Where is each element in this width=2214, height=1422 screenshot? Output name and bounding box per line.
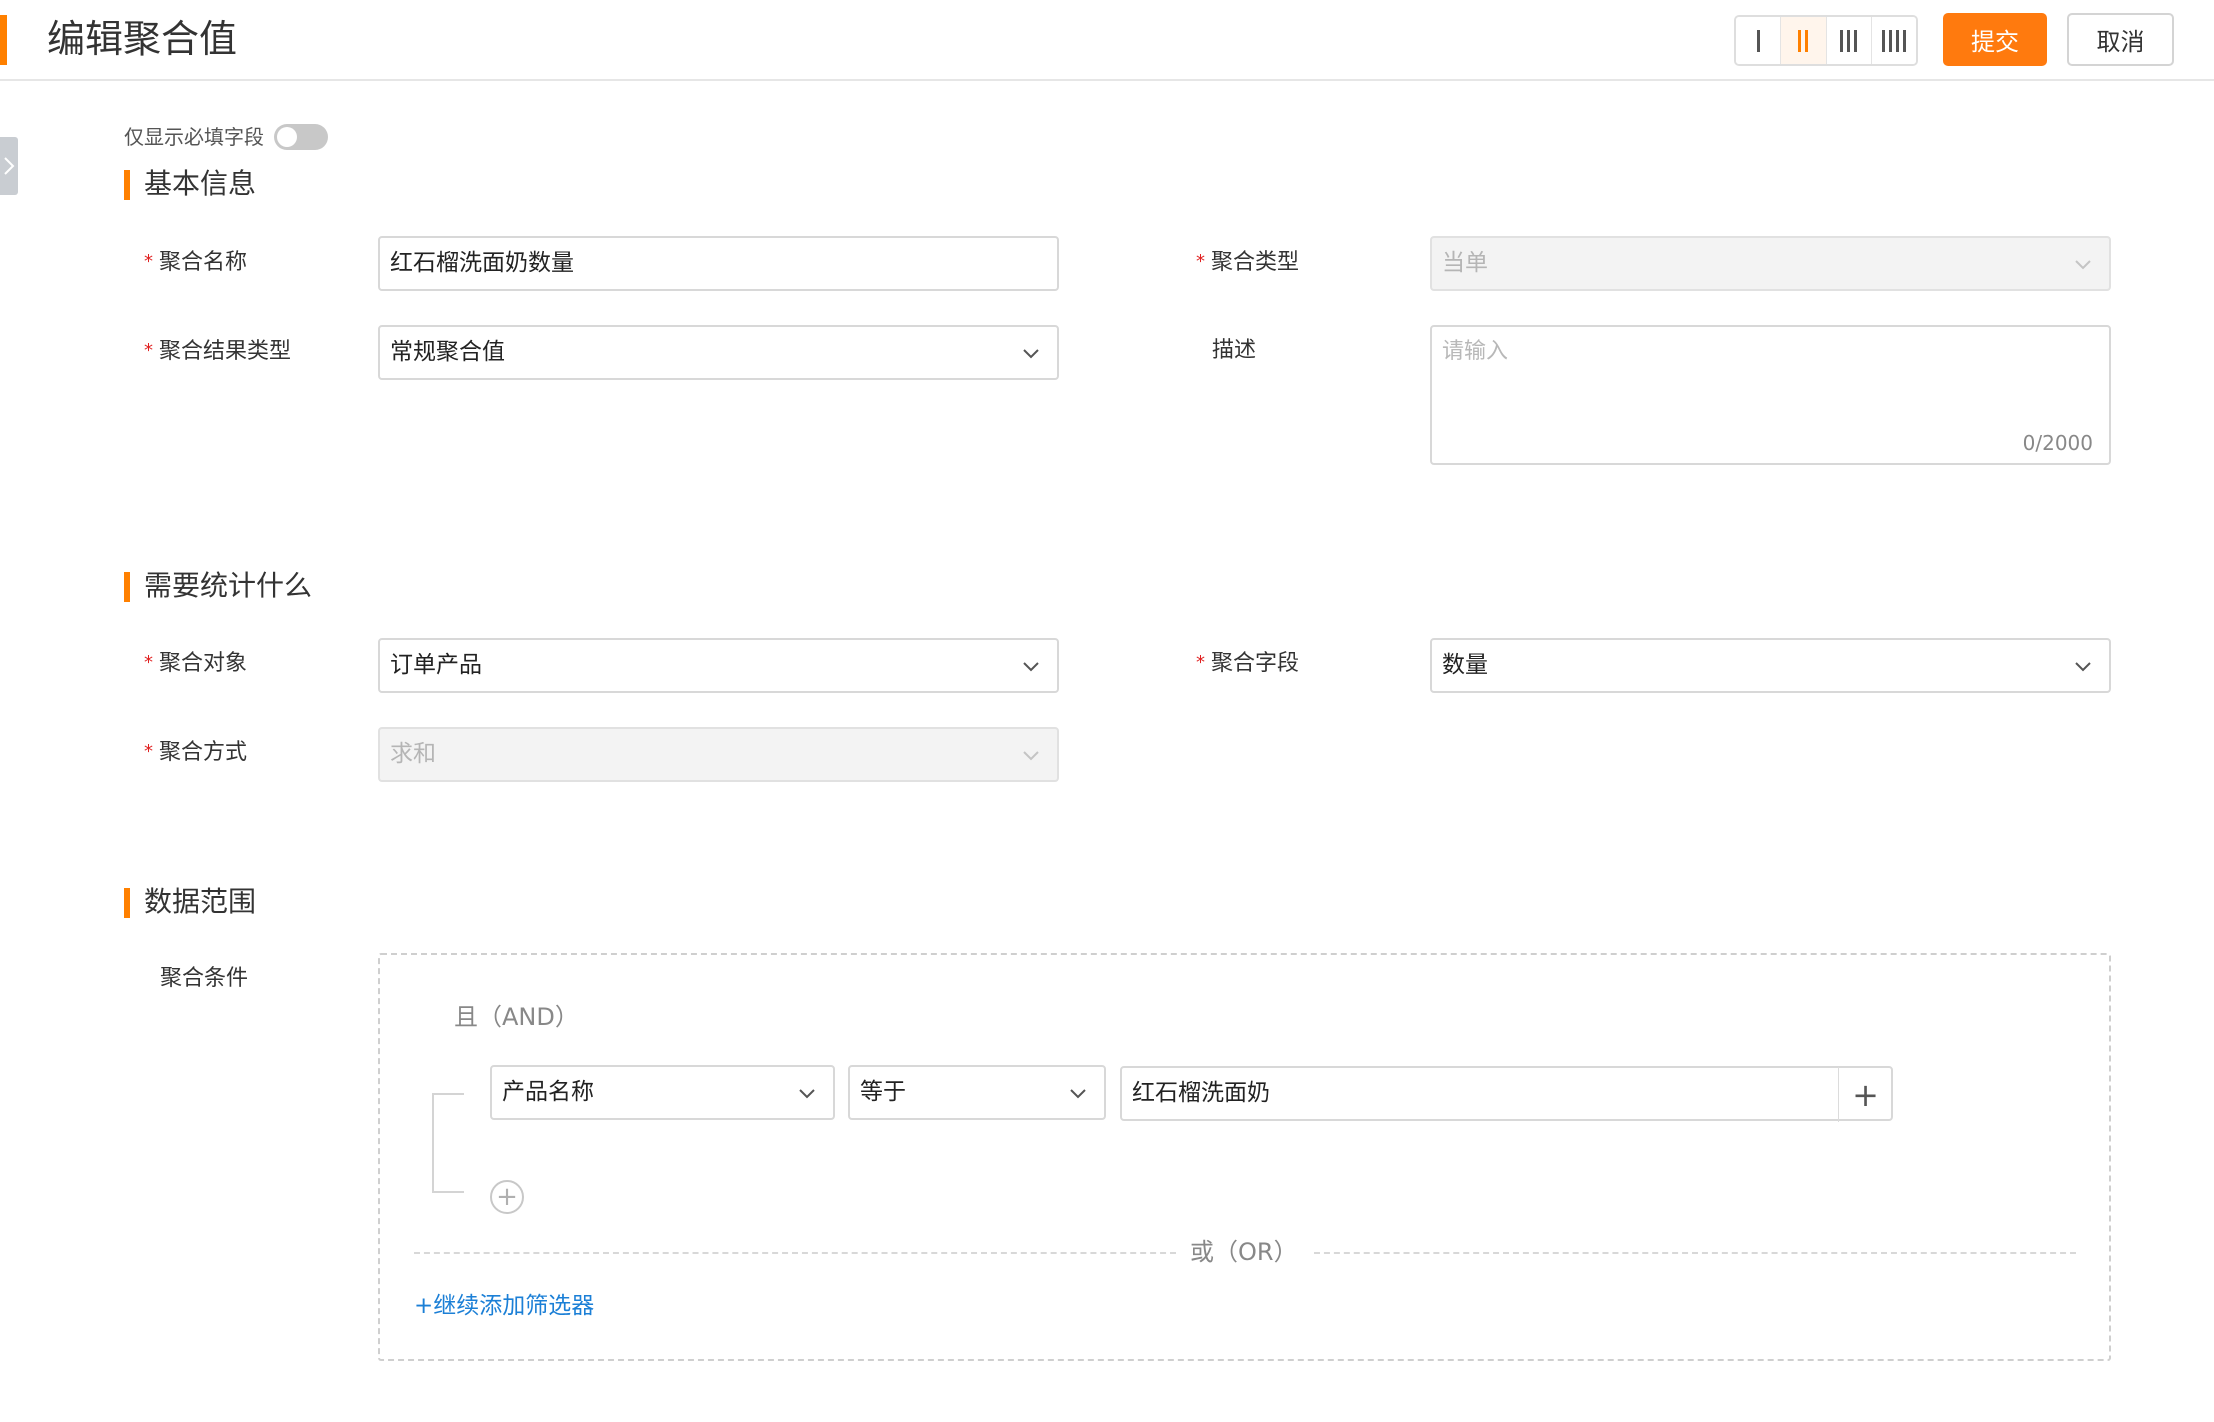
required-only-switch[interactable] — [274, 124, 328, 150]
page-title: 编辑聚合值 — [47, 17, 238, 61]
required-mark: * — [1196, 251, 1205, 272]
and-label: 且（AND） — [454, 1003, 579, 1031]
section-title-basic: 基本信息 — [124, 166, 256, 202]
section-title-stats: 需要统计什么 — [124, 568, 312, 604]
agg-method-value: 求和 — [390, 741, 436, 767]
one-column-icon — [1756, 29, 1760, 52]
sidebar-expand-toggle[interactable] — [0, 137, 18, 195]
agg-name-input[interactable]: 红石榴洗面奶数量 — [378, 236, 1059, 291]
agg-name-label: * 聚合名称 — [144, 250, 248, 275]
two-column-icon — [1798, 29, 1809, 52]
layout-2-column-button[interactable] — [1781, 17, 1827, 64]
description-placeholder: 请输入 — [1442, 339, 1509, 364]
agg-method-select[interactable]: 求和 — [378, 727, 1059, 782]
or-divider-right — [1314, 1252, 2076, 1254]
section-title-scope: 数据范围 — [124, 884, 256, 920]
layout-3-column-button[interactable] — [1826, 17, 1872, 64]
column-layout-switcher — [1734, 15, 1918, 66]
result-type-value: 常规聚合值 — [390, 339, 505, 365]
agg-object-value: 订单产品 — [390, 652, 482, 678]
filter-field-value: 产品名称 — [502, 1079, 594, 1105]
chevron-down-icon — [2075, 662, 2091, 672]
or-label: 或（OR） — [1190, 1238, 1298, 1266]
required-mark: * — [144, 251, 153, 272]
result-type-select[interactable]: 常规聚合值 — [378, 325, 1059, 380]
description-char-count: 0/2000 — [2022, 431, 2093, 455]
filter-value-input[interactable]: 红石榴洗面奶 — [1120, 1066, 1893, 1121]
four-column-icon — [1881, 29, 1906, 52]
page-header: 编辑聚合值 提交 取消 — [0, 0, 2214, 81]
chevron-down-icon — [1023, 751, 1039, 761]
agg-type-label: * 聚合类型 — [1196, 250, 1300, 275]
chevron-right-icon — [4, 157, 15, 175]
chevron-down-icon — [799, 1089, 815, 1099]
layout-1-column-button[interactable] — [1736, 17, 1782, 64]
result-type-label: * 聚合结果类型 — [144, 339, 292, 364]
required-mark: * — [144, 652, 153, 673]
description-label: 描述 — [1212, 338, 1257, 363]
agg-type-select[interactable]: 当单 — [1430, 236, 2111, 291]
agg-method-label: * 聚合方式 — [144, 740, 248, 765]
agg-object-label: * 聚合对象 — [144, 651, 248, 676]
add-value-button[interactable]: + — [1838, 1067, 1892, 1122]
three-column-icon — [1840, 29, 1858, 52]
agg-field-select[interactable]: 数量 — [1430, 638, 2111, 693]
filter-value-text: 红石榴洗面奶 — [1132, 1080, 1270, 1106]
agg-field-value: 数量 — [1442, 652, 1488, 678]
filter-field-select[interactable]: 产品名称 — [490, 1065, 835, 1120]
description-textarea[interactable]: 请输入 0/2000 — [1430, 325, 2111, 465]
agg-type-value: 当单 — [1442, 250, 1488, 276]
required-mark: * — [144, 741, 153, 762]
agg-field-label: * 聚合字段 — [1196, 651, 1300, 676]
submit-button[interactable]: 提交 — [1943, 13, 2047, 66]
or-divider-left — [414, 1252, 1176, 1254]
chevron-down-icon — [1070, 1089, 1086, 1099]
agg-object-select[interactable]: 订单产品 — [378, 638, 1059, 693]
filter-operator-value: 等于 — [860, 1079, 906, 1105]
and-bracket — [432, 1093, 464, 1193]
layout-4-column-button[interactable] — [1871, 17, 1916, 64]
agg-condition-label: 聚合条件 — [160, 966, 249, 991]
filter-operator-select[interactable]: 等于 — [848, 1065, 1106, 1120]
chevron-down-icon — [1023, 349, 1039, 359]
chevron-down-icon — [1023, 662, 1039, 672]
required-mark: * — [144, 340, 153, 361]
switch-knob — [277, 127, 297, 147]
cancel-button[interactable]: 取消 — [2067, 13, 2174, 66]
plus-icon: + — [1852, 1075, 1879, 1114]
add-filter-link[interactable]: +继续添加筛选器 — [414, 1291, 594, 1321]
plus-circle-icon: + — [496, 1182, 518, 1212]
header-accent-bar — [0, 15, 7, 65]
required-mark: * — [1196, 652, 1205, 673]
filter-group-box — [378, 953, 2111, 1361]
required-only-label: 仅显示必填字段 — [124, 125, 264, 149]
chevron-down-icon — [2075, 260, 2091, 270]
add-and-condition-button[interactable]: + — [490, 1180, 524, 1214]
